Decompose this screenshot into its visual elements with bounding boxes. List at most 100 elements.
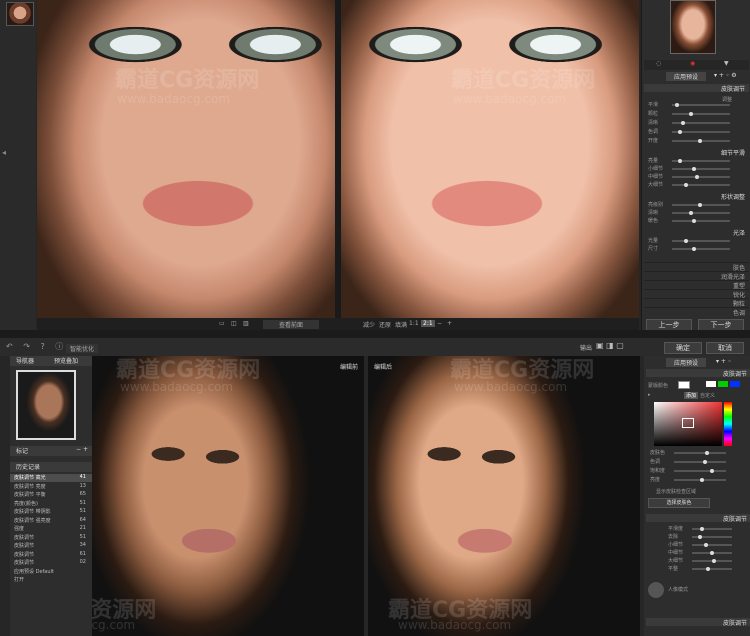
slider-knob[interactable] xyxy=(704,543,708,547)
tab-icon-1[interactable]: ◌ xyxy=(656,60,661,67)
preset-select[interactable]: 应用预设 xyxy=(666,358,707,367)
slider-knob[interactable] xyxy=(698,139,702,143)
preset-row[interactable]: 应用预设 ▾ + ◦ ⚙ xyxy=(644,72,749,81)
history-item[interactable]: 皮肤调节 亮度 13 xyxy=(10,483,92,491)
slider-knob[interactable] xyxy=(689,112,693,116)
slider-knob[interactable] xyxy=(675,103,679,107)
slider-knob[interactable] xyxy=(700,527,704,531)
slider-track[interactable] xyxy=(692,567,732,571)
output-icons[interactable]: ▣ ◨ ▢ xyxy=(596,341,624,350)
view-side-icon[interactable]: ▥ xyxy=(243,320,249,327)
swatch-green[interactable] xyxy=(718,381,728,387)
fit-label[interactable]: 填满 xyxy=(395,320,407,329)
slider-track[interactable] xyxy=(672,112,730,116)
slider-knob[interactable] xyxy=(678,159,682,163)
slider-knob[interactable] xyxy=(712,559,716,563)
slider-track[interactable] xyxy=(692,535,732,539)
picker-cursor[interactable] xyxy=(682,418,694,428)
slider-knob[interactable] xyxy=(684,239,688,243)
history-item[interactable]: 应用预设 Default xyxy=(10,568,92,576)
slider-knob[interactable] xyxy=(689,211,693,215)
slider-knob[interactable] xyxy=(681,121,685,125)
rotate-label[interactable]: 减少 xyxy=(363,320,375,329)
slider-track[interactable] xyxy=(692,527,732,531)
slider-track[interactable] xyxy=(672,103,730,107)
slider-knob[interactable] xyxy=(710,469,714,473)
swatch-mode-custom[interactable]: 自定义 xyxy=(700,392,715,399)
swatch-mode-add[interactable]: 添加 xyxy=(684,392,699,399)
show-skin-area-checkbox[interactable]: 显示皮肤检查区域 xyxy=(656,488,696,495)
history-item[interactable]: 皮肤调节 平衡 65 xyxy=(10,491,92,499)
ok-button[interactable]: 确定 xyxy=(664,342,702,354)
marker-add-icon[interactable]: − + xyxy=(76,446,88,453)
slider-track[interactable] xyxy=(672,183,730,187)
slider-track[interactable] xyxy=(672,167,730,171)
compare-label[interactable]: 还原 xyxy=(379,320,391,329)
view-mode-select[interactable]: 查看前面 xyxy=(263,320,320,329)
history-item[interactable]: 皮肤调节 34 xyxy=(10,542,92,550)
slider-knob[interactable] xyxy=(695,175,699,179)
slider-track[interactable] xyxy=(672,121,730,125)
slider-track[interactable] xyxy=(672,239,730,243)
zoom-out-button[interactable]: − xyxy=(437,320,442,327)
slider-track[interactable] xyxy=(672,203,730,207)
section-smooth-header[interactable]: 皮肤调节 xyxy=(646,514,750,523)
preset-add-icon[interactable]: ▾ + ◦ ⚙ xyxy=(714,72,737,79)
history-item[interactable]: 强度 21 xyxy=(10,525,92,533)
slider-knob[interactable] xyxy=(692,219,696,223)
skin-swatch-white[interactable] xyxy=(678,381,690,389)
cancel-button[interactable]: 取消 xyxy=(706,342,744,354)
slider-knob[interactable] xyxy=(710,551,714,555)
hue-slider[interactable] xyxy=(724,402,732,446)
slider-track[interactable] xyxy=(672,247,730,251)
toolbar-tab[interactable]: 智能优化 xyxy=(66,344,99,353)
history-item[interactable]: 皮肤调节 带阴影 51 xyxy=(10,508,92,516)
slider-track[interactable] xyxy=(672,139,730,143)
section-skin-header[interactable]: 皮肤调节 xyxy=(644,84,749,93)
slider-knob[interactable] xyxy=(698,203,702,207)
swatch-blue[interactable] xyxy=(730,381,740,387)
ratio-label[interactable]: 1:1 xyxy=(409,320,419,327)
history-item[interactable]: 皮肤调节 02 xyxy=(10,559,92,567)
slider-knob[interactable] xyxy=(678,130,682,134)
slider-knob[interactable] xyxy=(705,451,709,455)
slider-knob[interactable] xyxy=(692,247,696,251)
preset-add-icon[interactable]: ▾ + ◦ xyxy=(716,358,731,365)
swatch-white[interactable] xyxy=(706,381,716,387)
view-split-icon[interactable]: ◫ xyxy=(231,320,237,327)
history-header[interactable]: 历史记录 xyxy=(10,462,92,472)
zoom-in-button[interactable]: + xyxy=(447,320,452,327)
slider-track[interactable] xyxy=(674,478,726,482)
navigator-thumbnail[interactable] xyxy=(16,370,76,440)
slider-knob[interactable] xyxy=(700,478,704,482)
history-item[interactable]: 亮度(颜色) 51 xyxy=(10,500,92,508)
tab-icon-3[interactable]: ▼ xyxy=(724,60,729,67)
zoom-label[interactable]: 2:1 xyxy=(421,320,435,327)
select-skin-button[interactable]: 选择皮肤色 xyxy=(648,498,710,508)
slider-track[interactable] xyxy=(672,130,730,134)
collapsed-section[interactable]: 色调 xyxy=(644,307,749,317)
slider-track[interactable] xyxy=(692,543,732,547)
slider-track[interactable] xyxy=(672,219,730,223)
history-item[interactable]: 打开 xyxy=(10,576,92,584)
history-item[interactable]: 皮肤调节 强亮度 64 xyxy=(10,517,92,525)
left-arrow-icon[interactable]: ◂ xyxy=(2,148,6,157)
slider-knob[interactable] xyxy=(692,167,696,171)
section-skin-header[interactable]: 皮肤调节 xyxy=(646,369,750,378)
filmstrip-thumbnail[interactable] xyxy=(6,2,34,26)
view-single-icon[interactable]: ▭ xyxy=(219,320,225,327)
history-item[interactable]: 皮肤调节 高光 41 xyxy=(10,474,92,482)
preset-row[interactable]: 应用预设 ▾ + ◦ xyxy=(646,358,750,367)
slider-track[interactable] xyxy=(672,159,730,163)
right-arrow-icon[interactable]: ▸ xyxy=(741,148,745,157)
tab-icon-2[interactable]: ◉ xyxy=(690,60,695,67)
preset-select[interactable]: 应用预设 xyxy=(666,72,707,81)
history-item[interactable]: 皮肤调节 61 xyxy=(10,551,92,559)
navigator-header[interactable]: 导航器 预览叠加 xyxy=(10,356,92,366)
slider-knob[interactable] xyxy=(706,567,710,571)
slider-track[interactable] xyxy=(672,211,730,215)
marker-header[interactable]: 标记 − + xyxy=(10,446,92,456)
history-item[interactable]: 皮肤调节 51 xyxy=(10,534,92,542)
slider-track[interactable] xyxy=(672,175,730,179)
slider-track[interactable] xyxy=(692,551,732,555)
